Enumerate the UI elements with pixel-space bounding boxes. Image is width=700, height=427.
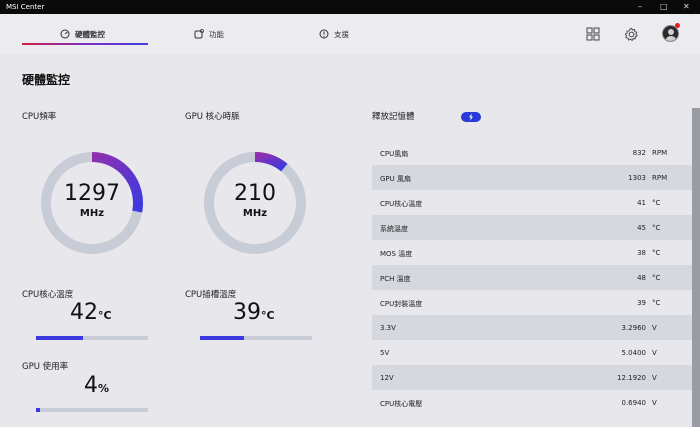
- cpu-temp-value: 42: [70, 300, 98, 325]
- sensor-value: 45: [637, 224, 646, 232]
- sensor-row: CPU核心電壓 0.6940 V: [372, 390, 692, 415]
- sensor-name: 5V: [380, 349, 390, 357]
- sensor-name: CPU風扇: [380, 150, 409, 158]
- tab-label: 支援: [334, 29, 349, 39]
- sensor-row: 系統溫度 45 °C: [372, 215, 692, 240]
- close-icon[interactable]: ✕: [683, 2, 690, 12]
- cpu-socket-temp-unit: °C: [261, 309, 275, 322]
- sensor-name: 3.3V: [380, 324, 396, 332]
- sensor-value: 38: [637, 249, 646, 257]
- cpu-socket-temp-value: 39: [233, 300, 261, 325]
- cpu-temp-bar: [36, 336, 148, 340]
- sensor-row: 12V 12.1920 V: [372, 365, 692, 390]
- sensor-unit: V: [652, 349, 657, 357]
- sensor-value: 832: [632, 149, 646, 157]
- gpu-usage-unit: %: [98, 382, 110, 395]
- sensor-unit: V: [652, 374, 657, 382]
- cpu-socket-temp-readout: 39°C: [233, 300, 275, 325]
- tab-label: 功能: [209, 29, 224, 39]
- minimize-icon[interactable]: –: [638, 2, 642, 12]
- sensor-value: 5.0400: [621, 349, 647, 357]
- scrollbar-thumb[interactable]: [692, 108, 700, 427]
- page-title: 硬體監控: [22, 73, 71, 87]
- release-memory-label: 釋放記憶體: [372, 112, 415, 122]
- sensor-row: 5V 5.0400 V: [372, 340, 692, 365]
- cpu-temp-unit: °C: [98, 309, 112, 322]
- speedometer-icon: [60, 29, 70, 39]
- active-tab-indicator: [22, 43, 148, 45]
- sensor-unit: °C: [652, 274, 661, 282]
- title-bar: MSI Center – □ ✕: [0, 0, 700, 14]
- sensor-value: 3.2960: [621, 324, 647, 332]
- sensor-name: MOS 溫度: [380, 250, 413, 258]
- sensor-name: CPU封裝溫度: [380, 300, 423, 308]
- sensor-name: PCH 溫度: [380, 275, 411, 283]
- sensor-value: 48: [637, 274, 646, 282]
- gpu-usage-readout: 4%: [84, 373, 109, 398]
- lightning-icon: [469, 113, 473, 121]
- cpu-freq-label: CPU頻率: [22, 112, 57, 122]
- sensor-unit: °C: [652, 199, 661, 207]
- gpu-usage-bar-fill: [36, 408, 41, 412]
- sensor-name: GPU 風扇: [380, 175, 411, 183]
- cpu-freq-gauge: 1297 MHz: [37, 148, 147, 258]
- gpu-clock-value: 210: [234, 181, 276, 206]
- sensor-value: 1303: [628, 174, 646, 182]
- cpu-freq-value: 1297: [64, 181, 120, 206]
- sensor-list: CPU風扇 832 RPM GPU 風扇 1303 RPM CPU核心溫度 41 °C 系統溫度 4…: [372, 140, 692, 415]
- gpu-clock-label: GPU 核心時脈: [185, 112, 240, 122]
- sensor-row: CPU風扇 832 RPM: [372, 140, 692, 165]
- grid-view-icon[interactable]: [585, 26, 601, 42]
- cpu-freq-unit: MHz: [79, 208, 105, 219]
- sensor-row: MOS 溫度 38 °C: [372, 240, 692, 265]
- gpu-clock-gauge: 210 MHz: [200, 148, 310, 258]
- sensor-row: CPU封裝溫度 39 °C: [372, 290, 692, 315]
- cpu-socket-temp-bar: [200, 336, 312, 340]
- tab-hardware-monitor[interactable]: 硬體監控: [60, 24, 105, 44]
- sensor-unit: °C: [652, 299, 661, 307]
- gauge-arc: [254, 152, 288, 172]
- cpu-temp-label: CPU核心溫度: [22, 290, 74, 300]
- cpu-temp-bar-fill: [36, 336, 84, 340]
- sensor-name: CPU核心溫度: [380, 200, 423, 208]
- gpu-clock-unit: MHz: [242, 208, 268, 219]
- sensor-row: GPU 風扇 1303 RPM: [372, 165, 692, 190]
- sensor-unit: V: [652, 399, 657, 407]
- tab-label: 硬體監控: [75, 29, 105, 39]
- gear-icon[interactable]: [623, 26, 639, 42]
- sensor-unit: RPM: [652, 149, 668, 157]
- sensor-row: 3.3V 3.2960 V: [372, 315, 692, 340]
- gpu-usage-bar: [36, 408, 148, 412]
- notification-dot: [675, 23, 680, 28]
- sensor-name: 12V: [380, 374, 394, 382]
- sensor-value: 41: [637, 199, 646, 207]
- window-title: MSI Center: [6, 3, 45, 11]
- sensor-name: CPU核心電壓: [380, 400, 423, 408]
- sensor-value: 0.6940: [621, 399, 647, 407]
- gpu-usage-value: 4: [84, 373, 98, 398]
- tab-features[interactable]: 功能: [194, 24, 224, 44]
- sensor-value: 12.1920: [617, 374, 646, 382]
- tab-support[interactable]: 支援: [319, 24, 349, 44]
- sensor-row: CPU核心溫度 41 °C: [372, 190, 692, 215]
- sensor-unit: RPM: [652, 174, 668, 182]
- maximize-icon[interactable]: □: [660, 2, 668, 12]
- gpu-usage-label: GPU 使用率: [22, 362, 69, 372]
- feature-icon: [194, 29, 204, 39]
- support-icon: [319, 29, 329, 39]
- sensor-unit: V: [652, 324, 657, 332]
- sensor-unit: °C: [652, 224, 661, 232]
- cpu-socket-temp-bar-fill: [200, 336, 244, 340]
- sensor-unit: °C: [652, 249, 661, 257]
- sensor-value: 39: [637, 299, 646, 307]
- cpu-socket-temp-label: CPU插槽溫度: [185, 290, 237, 300]
- sensor-row: PCH 溫度 48 °C: [372, 265, 692, 290]
- sensor-name: 系統溫度: [380, 225, 408, 233]
- cpu-temp-readout: 42°C: [70, 300, 112, 325]
- release-memory-button[interactable]: [461, 112, 481, 122]
